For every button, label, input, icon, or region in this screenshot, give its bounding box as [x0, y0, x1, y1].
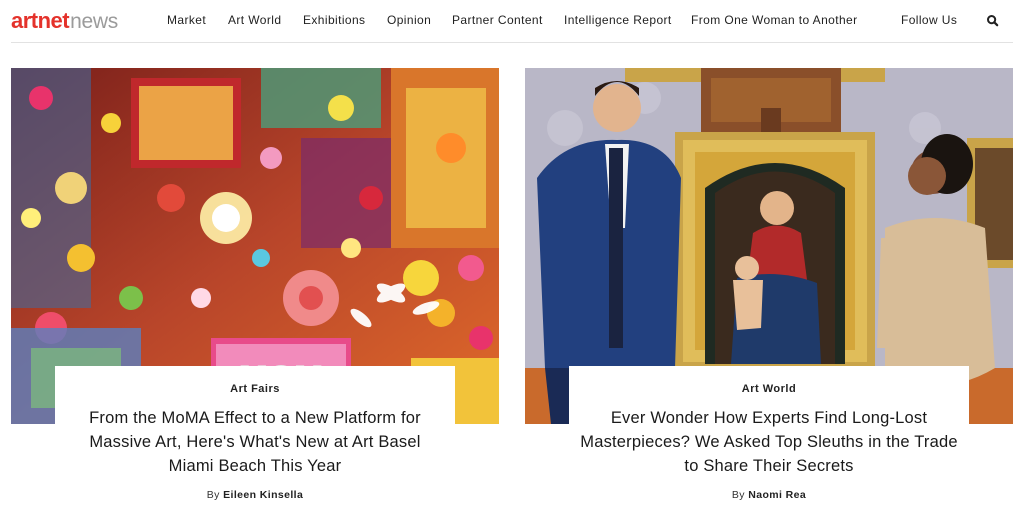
article-author-link[interactable]: Naomi Rea [748, 489, 806, 501]
nav-item-intelligence-report[interactable]: Intelligence Report [564, 13, 672, 27]
article-author-link[interactable]: Eileen Kinsella [223, 489, 303, 501]
nav-item-partner-content[interactable]: Partner Content [452, 13, 543, 27]
site-logo[interactable]: artnet news [11, 8, 118, 34]
nav-item-exhibitions[interactable]: Exhibitions [303, 13, 365, 27]
nav-item-opinion[interactable]: Opinion [387, 13, 431, 27]
article-byline: By Eileen Kinsella [55, 489, 455, 501]
article-category[interactable]: Art Fairs [55, 383, 455, 395]
article-byline: By Naomi Rea [569, 489, 969, 501]
article-headline[interactable]: Ever Wonder How Experts Find Long-Lost M… [579, 406, 959, 478]
follow-us-button[interactable]: Follow Us [901, 13, 957, 27]
search-icon[interactable] [985, 13, 1001, 29]
nav-item-art-world[interactable]: Art World [228, 13, 281, 27]
article-headline[interactable]: From the MoMA Effect to a New Platform f… [65, 406, 445, 478]
article-card-lost-masterpieces[interactable]: Art World Ever Wonder How Experts Find L… [525, 68, 1013, 521]
byline-prefix: By [206, 489, 220, 501]
logo-artnet-text: artnet [11, 8, 70, 33]
nav-item-from-one-woman-to-another[interactable]: From One Woman to Another [691, 13, 858, 27]
nav-item-market[interactable]: Market [167, 13, 206, 27]
article-text-panel: Art Fairs From the MoMA Effect to a New … [55, 366, 455, 521]
site-header: artnet news Market Art World Exhibitions… [0, 0, 1024, 43]
article-text-panel: Art World Ever Wonder How Experts Find L… [569, 366, 969, 521]
article-category[interactable]: Art World [569, 383, 969, 395]
logo-news-text: news [70, 10, 118, 33]
byline-prefix: By [731, 489, 745, 501]
article-card-art-basel[interactable]: MOM Art Fairs From the MoMA Effect to a … [11, 68, 499, 521]
header-divider [11, 42, 1013, 43]
